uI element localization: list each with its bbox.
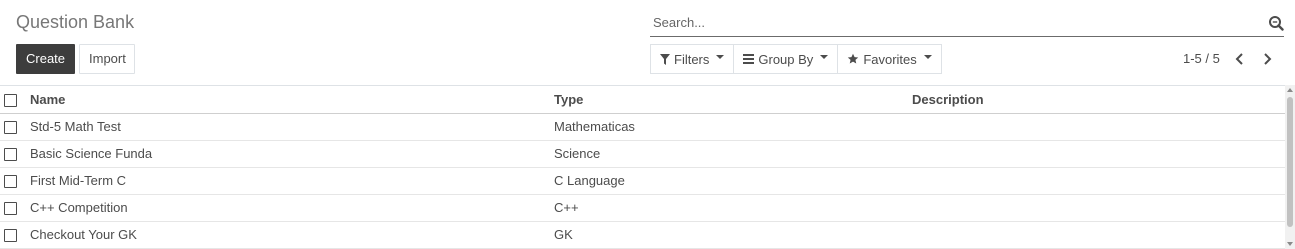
group-by-label: Group By (758, 51, 814, 67)
chevron-right-icon[interactable] (1260, 50, 1274, 68)
table-row[interactable]: Std-5 Math Test Mathematicas (0, 113, 1285, 141)
cell-description[interactable] (912, 113, 1285, 141)
filters-dropdown[interactable]: Filters (651, 45, 735, 73)
pager-value[interactable]: 1-5 / 5 (1183, 51, 1220, 66)
filter-icon (660, 53, 670, 65)
table-row[interactable]: C++ Competition C++ (0, 194, 1285, 222)
cell-name[interactable]: Checkout Your GK (30, 221, 554, 249)
chevron-down-icon (820, 55, 829, 59)
scrollbar-thumb[interactable] (1287, 97, 1293, 227)
cell-name[interactable]: Basic Science Funda (30, 140, 554, 168)
star-icon (847, 53, 859, 65)
filters-label: Filters (674, 51, 710, 67)
scroll-up-arrow-icon[interactable] (1287, 88, 1293, 92)
cell-type[interactable]: C Language (554, 167, 912, 195)
group-by-dropdown[interactable]: Group By (734, 45, 839, 73)
cell-name[interactable]: C++ Competition (30, 194, 554, 222)
search-input[interactable] (653, 15, 1243, 30)
cell-name[interactable]: First Mid-Term C (30, 167, 554, 195)
cell-type[interactable]: Science (554, 140, 912, 168)
search-icon[interactable] (1268, 15, 1284, 31)
create-button[interactable]: Create (16, 44, 75, 74)
cell-name[interactable]: Std-5 Math Test (30, 113, 554, 141)
question-table: Name Type Description Std-5 Math Test Ma… (0, 86, 1285, 249)
search-options: Filters Group By Favorites (650, 44, 942, 74)
favorites-dropdown[interactable]: Favorites (838, 45, 940, 73)
import-button[interactable]: Import (79, 44, 135, 74)
list-icon (743, 54, 755, 64)
chevron-left-icon[interactable] (1233, 50, 1247, 68)
row-checkbox[interactable] (4, 202, 17, 216)
favorites-label: Favorites (863, 51, 917, 67)
search-bar (650, 11, 1284, 37)
row-checkbox[interactable] (4, 148, 17, 162)
cell-description[interactable] (912, 221, 1285, 249)
column-header-description[interactable]: Description (912, 86, 1285, 114)
table-row[interactable]: First Mid-Term C C Language (0, 167, 1285, 195)
cell-description[interactable] (912, 167, 1285, 195)
page-title: Question Bank (16, 12, 135, 32)
list-view: Name Type Description Std-5 Math Test Ma… (0, 85, 1285, 249)
chevron-down-icon (923, 55, 932, 59)
cell-description[interactable] (912, 140, 1285, 168)
row-checkbox[interactable] (4, 121, 17, 135)
column-header-type[interactable]: Type (554, 86, 912, 114)
cell-type[interactable]: GK (554, 221, 912, 249)
row-checkbox[interactable] (4, 229, 17, 243)
vertical-scrollbar[interactable] (1285, 85, 1295, 249)
select-all-checkbox[interactable] (4, 93, 17, 107)
table-row[interactable]: Checkout Your GK GK (0, 221, 1285, 249)
row-checkbox[interactable] (4, 175, 17, 189)
table-header-row: Name Type Description (0, 86, 1285, 114)
chevron-down-icon (716, 55, 725, 59)
cell-type[interactable]: C++ (554, 194, 912, 222)
column-header-name[interactable]: Name (30, 86, 554, 114)
table-row[interactable]: Basic Science Funda Science (0, 140, 1285, 168)
scroll-down-arrow-icon[interactable] (1287, 242, 1293, 246)
cell-description[interactable] (912, 194, 1285, 222)
cell-type[interactable]: Mathematicas (554, 113, 912, 141)
